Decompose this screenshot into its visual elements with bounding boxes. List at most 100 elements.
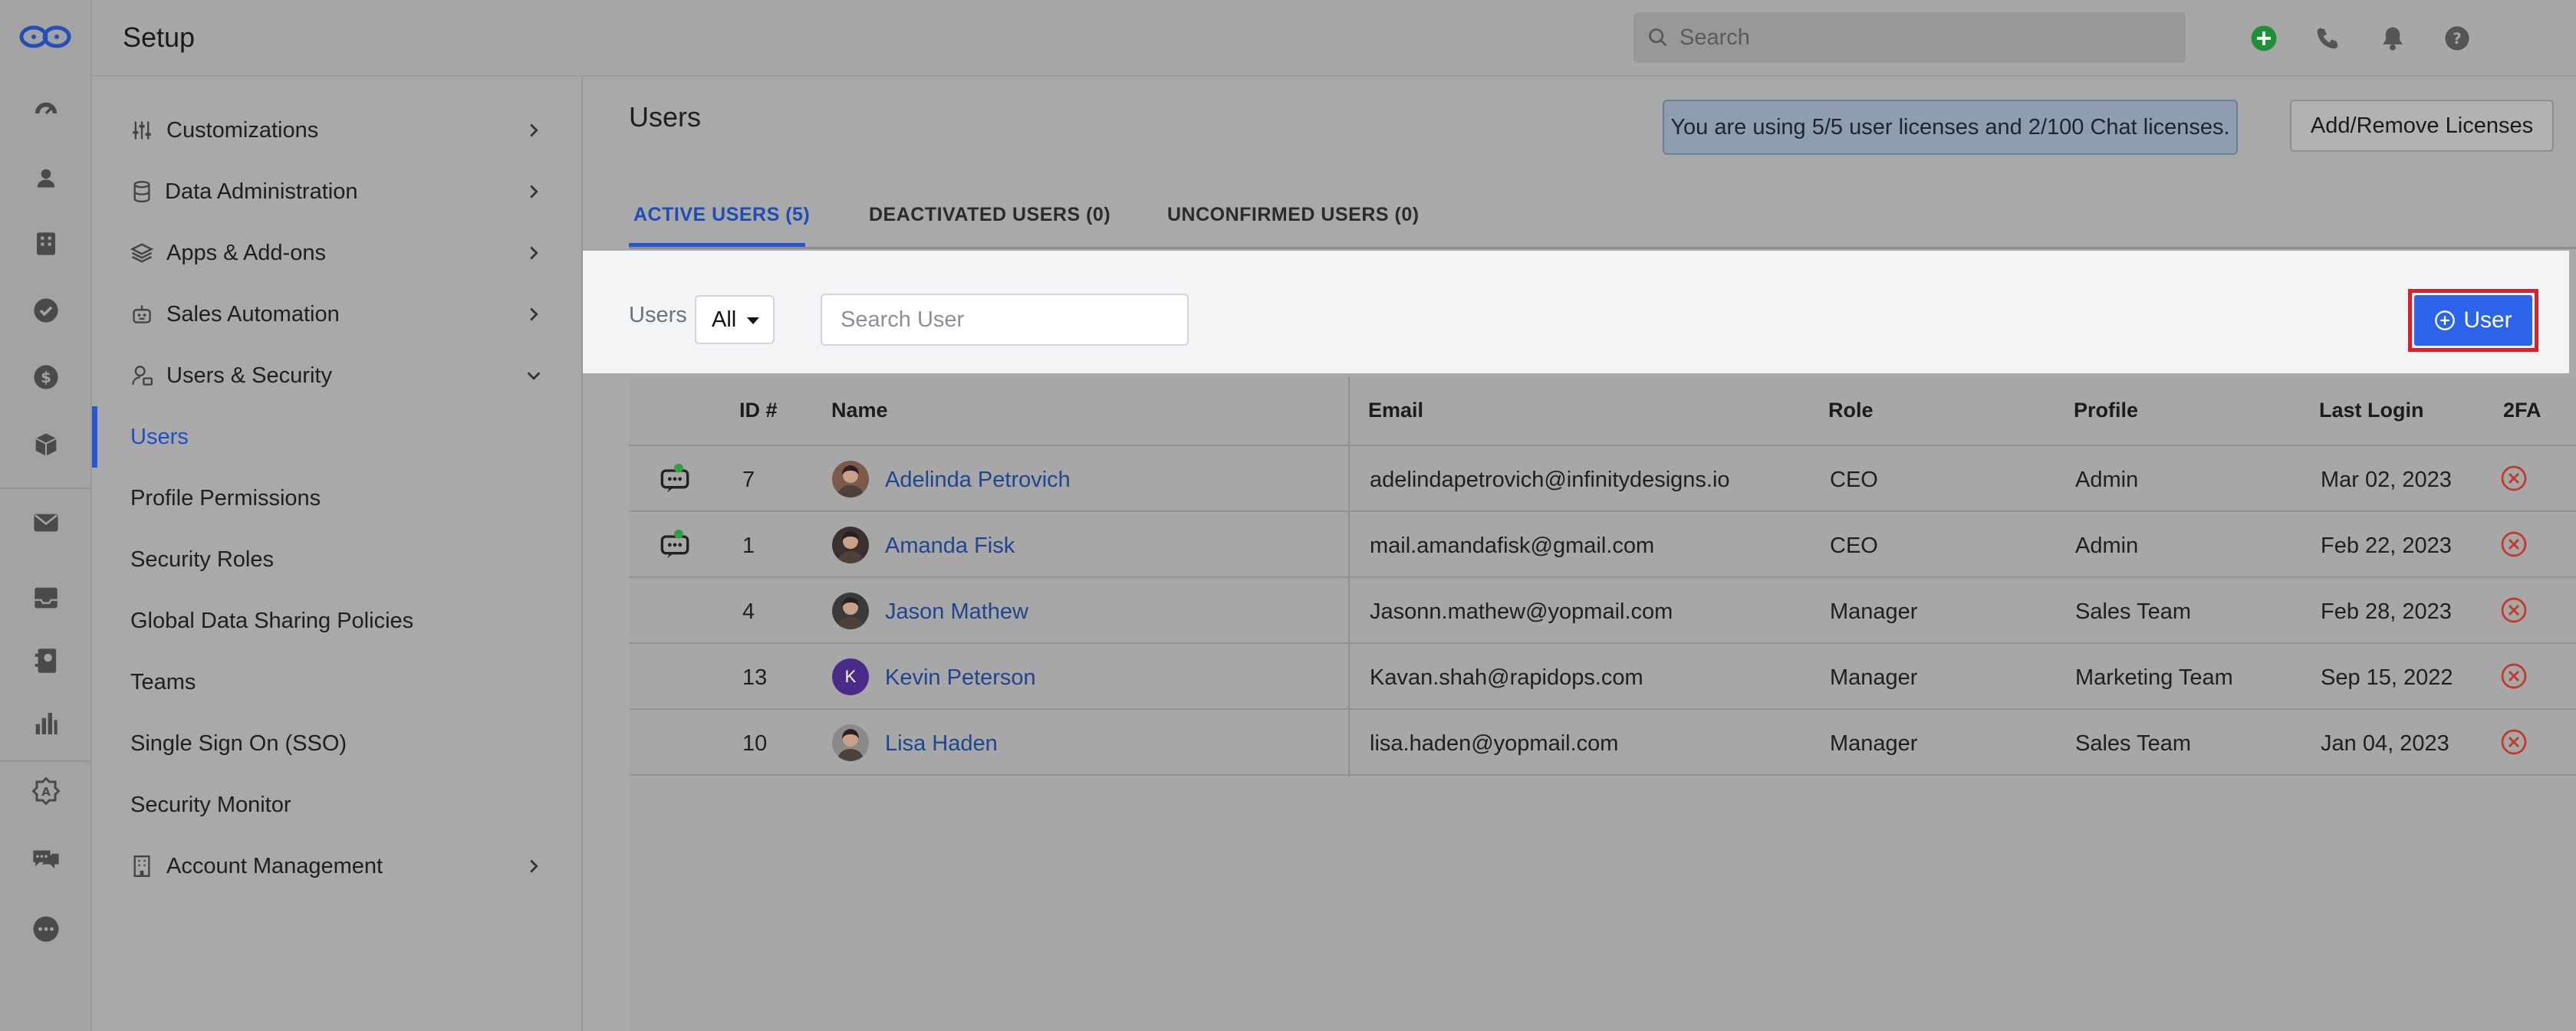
chat-icon[interactable] xyxy=(31,845,61,875)
table-row[interactable]: 10 Lisa Haden lisa.haden@yopmail.com Manage… xyxy=(629,710,2576,776)
sidebar-item-users-security[interactable]: Users & Security xyxy=(92,345,583,406)
app-logo-icon[interactable] xyxy=(18,21,72,52)
sidebar-item-global-data-sharing[interactable]: Global Data Sharing Policies xyxy=(92,590,583,652)
user-name-link[interactable]: Adelinda Petrovich xyxy=(885,468,1071,493)
chevron-right-icon xyxy=(525,305,543,323)
user-lock-icon xyxy=(129,363,155,389)
cell-last-login: Jan 04, 2023 xyxy=(2321,731,2449,756)
cell-email: Kavan.shah@rapidops.com xyxy=(1370,665,1643,690)
search-placeholder: Search xyxy=(1679,25,1750,50)
sidebar-item-security-monitor[interactable]: Security Monitor xyxy=(92,774,583,836)
cell-email: mail.amandafisk@gmail.com xyxy=(1370,534,1655,558)
email-icon[interactable] xyxy=(31,507,61,538)
automation-gear-icon[interactable]: A xyxy=(31,776,61,806)
phone-icon[interactable] xyxy=(2311,21,2344,55)
row-avatar xyxy=(832,461,869,497)
cell-profile: Admin xyxy=(2075,468,2139,492)
search-user-input[interactable] xyxy=(821,294,1189,346)
global-search-input[interactable]: Search xyxy=(1633,12,2186,63)
cell-profile: Admin xyxy=(2075,534,2139,558)
cell-last-login: Sep 15, 2022 xyxy=(2321,665,2453,690)
table-row[interactable]: 1 Amanda Fisk mail.amandafisk@gmail.com CEO… xyxy=(629,512,2576,578)
cell-last-login: Feb 28, 2023 xyxy=(2321,599,2452,624)
two-factor-disabled-icon xyxy=(2501,465,2527,491)
column-header-role[interactable]: Role xyxy=(1828,399,1874,422)
column-header-email[interactable]: Email xyxy=(1368,399,1423,422)
quick-add-icon[interactable] xyxy=(2247,21,2281,55)
add-user-button[interactable]: User xyxy=(2414,295,2532,346)
companies-icon[interactable] xyxy=(31,228,61,259)
top-header: Setup Search ? xyxy=(92,0,2576,77)
column-header-profile[interactable]: Profile xyxy=(2074,399,2138,422)
table-row[interactable]: 4 Jason Mathew Jasonn.mathew@yopmail.com Ma… xyxy=(629,578,2576,644)
dashboard-icon[interactable] xyxy=(31,96,61,126)
sidebar-item-apps-addons[interactable]: Apps & Add-ons xyxy=(92,222,583,284)
phone-book-icon[interactable] xyxy=(31,645,61,676)
chevron-right-icon xyxy=(525,121,543,140)
avatar-initial: K xyxy=(844,667,857,686)
column-header-id[interactable]: ID # xyxy=(739,399,778,422)
cell-email: adelindapetrovich@infinitydesigns.io xyxy=(1370,468,1730,492)
svg-text:?: ? xyxy=(2453,30,2462,48)
page-title: Users xyxy=(629,101,702,133)
caret-down-icon xyxy=(747,317,759,324)
sidebar-item-profile-permissions[interactable]: Profile Permissions xyxy=(92,468,583,529)
sidebar-item-account-management[interactable]: Account Management xyxy=(92,836,583,897)
sidebar-item-teams[interactable]: Teams xyxy=(92,652,583,713)
cell-profile: Sales Team xyxy=(2075,599,2191,624)
two-factor-disabled-icon xyxy=(2501,531,2527,557)
sidebar-item-sso[interactable]: Single Sign On (SSO) xyxy=(92,713,583,774)
column-header-last-login[interactable]: Last Login xyxy=(2319,399,2424,422)
two-factor-disabled-icon xyxy=(2501,663,2527,689)
cell-role: CEO xyxy=(1830,468,1878,492)
sidebar-item-label: Apps & Add-ons xyxy=(166,240,326,265)
cell-id: 1 xyxy=(742,534,755,558)
inbox-icon[interactable] xyxy=(31,583,61,613)
more-icon[interactable] xyxy=(31,914,61,944)
add-user-highlight: User xyxy=(2408,289,2538,352)
layers-icon xyxy=(129,240,155,266)
tasks-check-icon[interactable] xyxy=(31,295,61,326)
user-filter-select[interactable]: All xyxy=(695,295,775,344)
cell-id: 4 xyxy=(742,599,755,624)
sidebar-item-label: Security Roles xyxy=(130,547,274,572)
rail-divider xyxy=(0,760,92,762)
table-row[interactable]: 7 Adelinda Petrovich adelindapetrovich@inf… xyxy=(629,446,2576,512)
user-name-link[interactable]: Lisa Haden xyxy=(885,731,998,757)
cell-role: CEO xyxy=(1830,534,1878,558)
sidebar-item-label: Users & Security xyxy=(166,363,332,388)
row-avatar xyxy=(832,724,869,761)
sidebar-item-label: Security Monitor xyxy=(130,792,291,817)
app-rail: $ A xyxy=(0,0,92,1031)
column-header-2fa[interactable]: 2FA xyxy=(2503,399,2576,422)
tab-active-users[interactable]: ACTIVE USERS (5) xyxy=(629,192,810,247)
sidebar-item-customizations[interactable]: Customizations xyxy=(92,100,583,161)
two-factor-disabled-icon xyxy=(2501,597,2527,623)
row-avatar xyxy=(832,593,869,629)
user-name-link[interactable]: Kevin Peterson xyxy=(885,665,1036,691)
sidebar-item-security-roles[interactable]: Security Roles xyxy=(92,529,583,590)
column-header-name[interactable]: Name xyxy=(831,399,888,422)
cell-id: 7 xyxy=(742,468,755,492)
contacts-icon[interactable] xyxy=(31,163,61,193)
tab-deactivated-users[interactable]: DEACTIVATED USERS (0) xyxy=(869,192,1110,247)
reports-chart-icon[interactable] xyxy=(31,707,61,737)
sidebar-item-label: Users xyxy=(130,424,189,449)
sidebar-item-sales-automation[interactable]: Sales Automation xyxy=(92,284,583,345)
sidebar-item-label: Single Sign On (SSO) xyxy=(130,731,347,756)
notifications-bell-icon[interactable] xyxy=(2376,21,2410,55)
table-row[interactable]: 13 K Kevin Peterson Kavan.shah@rapidops.com… xyxy=(629,644,2576,710)
help-icon[interactable]: ? xyxy=(2440,21,2474,55)
sidebar-item-label: Customizations xyxy=(166,117,319,143)
user-name-link[interactable]: Jason Mathew xyxy=(885,599,1028,625)
add-remove-licenses-button[interactable]: Add/Remove Licenses xyxy=(2290,100,2554,152)
user-name-link[interactable]: Amanda Fisk xyxy=(885,534,1015,559)
rail-divider xyxy=(0,488,92,489)
cell-last-login: Feb 22, 2023 xyxy=(2321,534,2452,558)
products-box-icon[interactable] xyxy=(31,429,61,460)
sidebar-item-data-administration[interactable]: Data Administration xyxy=(92,161,583,222)
app-title: Setup xyxy=(123,21,196,53)
tab-unconfirmed-users[interactable]: UNCONFIRMED USERS (0) xyxy=(1167,192,1420,247)
sidebar-item-users[interactable]: Users xyxy=(92,406,583,468)
deals-dollar-icon[interactable]: $ xyxy=(31,362,61,392)
